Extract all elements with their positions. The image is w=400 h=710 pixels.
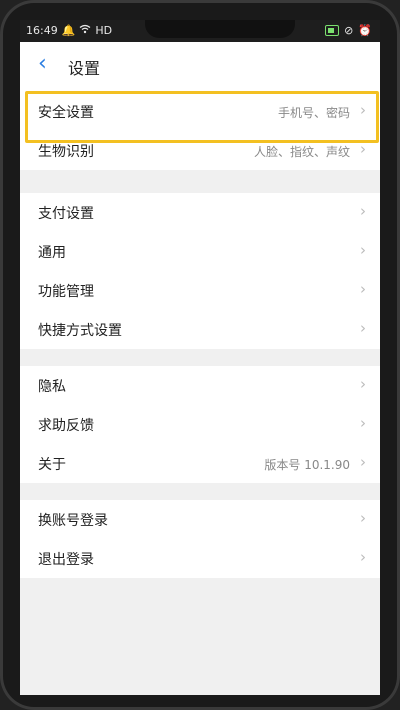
screen: 16:49 🔔 HD ⊘ ⏰ ‹ 设置 安全设置 手机号、密码 › 生物识别 人… [20,20,380,695]
row-privacy[interactable]: 隐私 › [20,366,380,405]
chevron-right-icon: › [360,202,366,220]
row-security-settings[interactable]: 安全设置 手机号、密码 › [20,92,380,131]
settings-group-about: 隐私 › 求助反馈 › 关于 版本号 10.1.90 › [20,366,380,483]
alarm-icon: ⏰ [358,24,372,37]
row-label: 安全设置 [38,105,94,121]
settings-group-login: 换账号登录 › 退出登录 › [20,500,380,578]
row-label: 生物识别 [38,144,94,160]
row-payment-settings[interactable]: 支付设置 › [20,193,380,232]
chevron-right-icon: › [360,414,366,432]
row-log-out[interactable]: 退出登录 › [20,539,380,578]
row-label: 退出登录 [38,552,94,568]
network-type: HD [95,24,113,37]
chevron-right-icon: › [360,453,366,471]
row-feature-management[interactable]: 功能管理 › [20,271,380,310]
no-disturb-icon: ⊘ [344,24,354,37]
chevron-right-icon: › [360,375,366,393]
row-help-feedback[interactable]: 求助反馈 › [20,405,380,444]
row-switch-account[interactable]: 换账号登录 › [20,500,380,539]
row-shortcut-settings[interactable]: 快捷方式设置 › [20,310,380,349]
row-value: 手机号、密码 [277,106,350,120]
battery-icon [325,25,340,36]
back-arrow-icon[interactable]: ‹ [38,51,47,76]
page-title: 设置 [68,59,101,78]
status-bar: 16:49 🔔 HD ⊘ ⏰ [20,20,380,42]
chevron-right-icon: › [360,548,366,566]
row-label: 隐私 [38,379,66,395]
row-biometrics[interactable]: 生物识别 人脸、指纹、声纹 › [20,131,380,170]
chevron-right-icon: › [360,241,366,259]
settings-group-general: 支付设置 › 通用 › 功能管理 › 快捷方式设置 › [20,193,380,349]
row-label: 关于 [38,457,66,473]
phone-frame: 16:49 🔔 HD ⊘ ⏰ ‹ 设置 安全设置 手机号、密码 › 生物识别 人… [0,0,400,710]
status-left: 16:49 🔔 HD [26,24,112,37]
row-label: 通用 [38,245,66,261]
settings-group-account: 安全设置 手机号、密码 › 生物识别 人脸、指纹、声纹 › [20,92,380,170]
row-label: 支付设置 [38,206,94,222]
chevron-right-icon: › [360,140,366,158]
row-label: 换账号登录 [38,513,108,529]
notification-icon: 🔔 [61,24,76,37]
row-about[interactable]: 关于 版本号 10.1.90 › [20,444,380,483]
chevron-right-icon: › [360,319,366,337]
row-label: 求助反馈 [38,418,94,434]
status-time: 16:49 [26,24,58,37]
camera-notch [145,20,295,38]
row-general[interactable]: 通用 › [20,232,380,271]
row-label: 快捷方式设置 [38,323,122,339]
row-label: 功能管理 [38,284,94,300]
status-right: ⊘ ⏰ [325,24,372,37]
row-value: 版本号 10.1.90 [264,458,350,472]
wifi-icon [79,24,91,37]
chevron-right-icon: › [360,101,366,119]
settings-header: ‹ 设置 [20,42,380,92]
chevron-right-icon: › [360,509,366,527]
chevron-right-icon: › [360,280,366,298]
row-value: 人脸、指纹、声纹 [253,145,350,159]
